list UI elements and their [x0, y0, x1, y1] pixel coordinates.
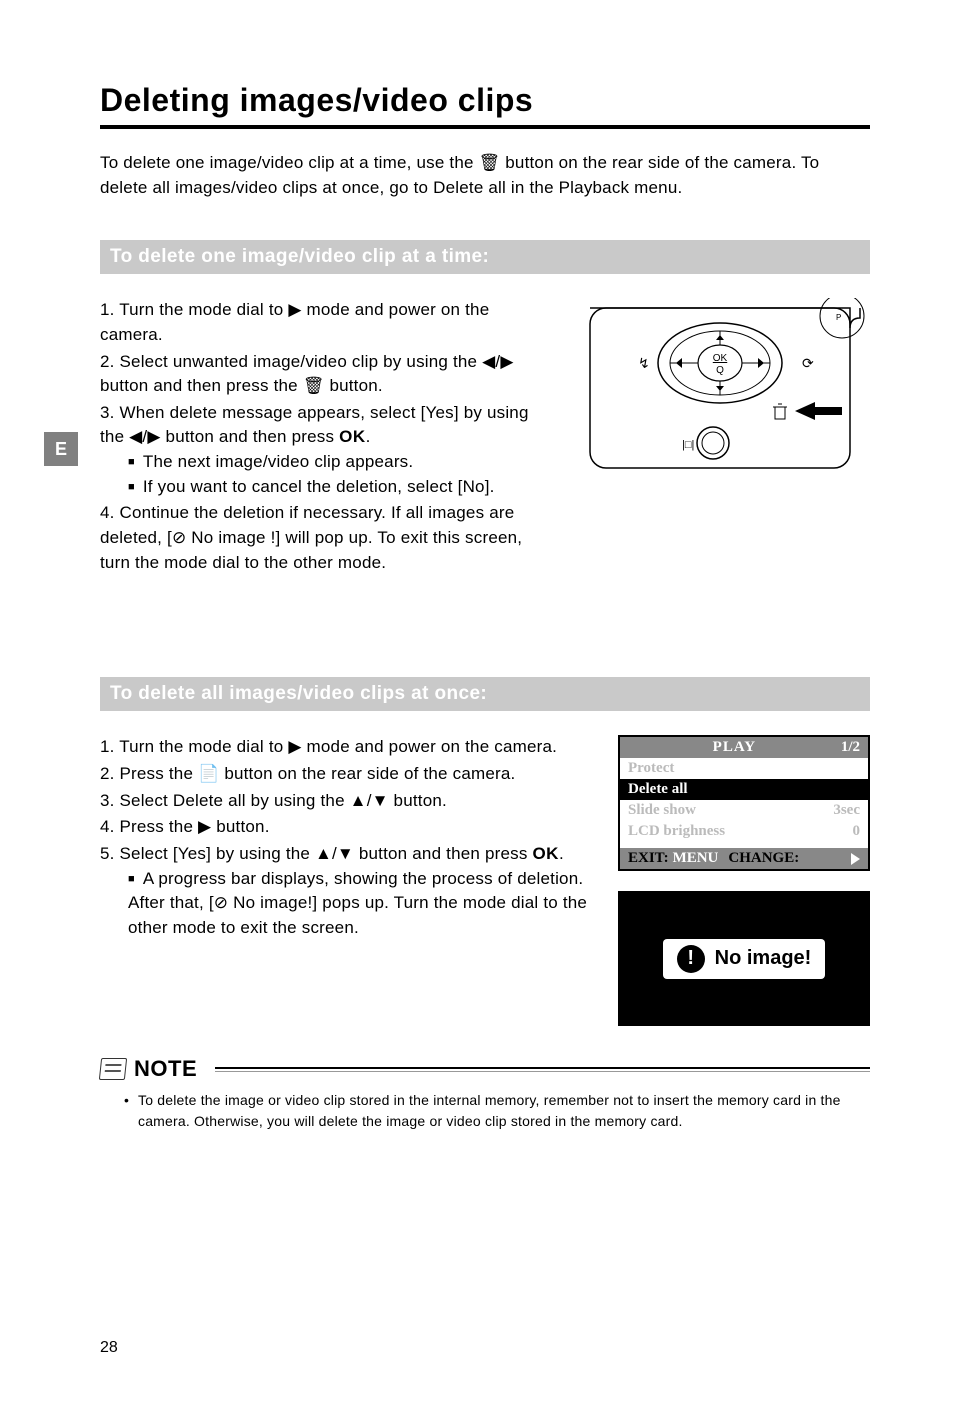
- menu-row-label: Protect: [628, 760, 860, 777]
- step2-5: 5. Select [Yes] by using the ▲/▼ button …: [100, 842, 600, 941]
- section2-steps: 1. Turn the mode dial to ▶ mode and powe…: [100, 735, 600, 940]
- footer-menu: MENU: [673, 850, 719, 867]
- exclamation-icon: !: [677, 945, 705, 973]
- dpad-q-label: Q: [716, 365, 724, 376]
- step2-5-text-b: .: [559, 844, 564, 863]
- page-content: Deleting images/video clips To delete on…: [100, 82, 870, 1132]
- note-heading: NOTE: [100, 1056, 870, 1082]
- step2-5-sub-1: A progress bar displays, showing the pro…: [128, 867, 600, 941]
- ok-label: OK: [339, 427, 366, 446]
- step2-3: 3. Select Delete all by using the ▲/▼ bu…: [100, 789, 600, 814]
- step2-5-text-a: 5. Select [Yes] by using the ▲/▼ button …: [100, 844, 532, 863]
- no-image-inner: ! No image!: [663, 939, 826, 979]
- step-3: 3. When delete message appears, select […: [100, 401, 552, 500]
- menu-row-label: Delete all: [628, 781, 860, 798]
- page-title: Deleting images/video clips: [100, 82, 870, 119]
- no-image-text: No image!: [715, 947, 812, 970]
- step-3-sublist: The next image/video clip appears. If yo…: [100, 450, 552, 499]
- menu-row-lcd: LCD brighness 0: [620, 821, 868, 842]
- step-3-sub-2: If you want to cancel the deletion, sele…: [128, 475, 552, 500]
- footer-exit: EXIT:: [628, 850, 669, 867]
- step-3-text-b: .: [366, 427, 371, 446]
- menu-row-value: 0: [853, 823, 861, 840]
- section2-steps-col: 1. Turn the mode dial to ▶ mode and powe…: [100, 735, 600, 1026]
- play-menu-page: 1/2: [841, 739, 860, 756]
- svg-text:⟳: ⟳: [802, 355, 814, 371]
- note-list: To delete the image or video clip stored…: [100, 1090, 870, 1132]
- play-menu-box: PLAY 1/2 Protect Delete all Slide show 3…: [618, 735, 870, 871]
- section2-graphics-col: PLAY 1/2 Protect Delete all Slide show 3…: [618, 735, 870, 1026]
- section1-steps: 1. Turn the mode dial to ▶ mode and powe…: [100, 298, 552, 575]
- menu-row-label: LCD brighness: [628, 823, 853, 840]
- menu-row-slideshow: Slide show 3sec: [620, 800, 868, 821]
- svg-text:|□|: |□|: [682, 439, 694, 451]
- section2-body: 1. Turn the mode dial to ▶ mode and powe…: [100, 735, 870, 1026]
- play-menu-title: PLAY: [628, 739, 841, 756]
- menu-row-label: Slide show: [628, 802, 833, 819]
- arrow-to-trash-icon: [795, 402, 842, 420]
- camera-diagram-col: P: [570, 298, 870, 577]
- step-3-text-a: 3. When delete message appears, select […: [100, 403, 529, 447]
- step2-1: 1. Turn the mode dial to ▶ mode and powe…: [100, 735, 600, 760]
- step2-2: 2. Press the 📄 button on the rear side o…: [100, 762, 600, 787]
- step2-5-sublist: A progress bar displays, showing the pro…: [100, 867, 600, 941]
- note-label: NOTE: [134, 1056, 197, 1082]
- page-number: 28: [100, 1339, 118, 1357]
- triangle-right-icon: [851, 853, 860, 865]
- step-2: 2. Select unwanted image/video clip by u…: [100, 350, 552, 399]
- note-block: NOTE To delete the image or video clip s…: [100, 1056, 870, 1132]
- menu-row-value: 3sec: [833, 802, 860, 819]
- note-page-icon: [99, 1058, 127, 1080]
- menu-row-protect: Protect: [620, 758, 868, 779]
- svg-text:↯: ↯: [638, 355, 650, 371]
- step-1: 1. Turn the mode dial to ▶ mode and powe…: [100, 298, 552, 347]
- intro-paragraph: To delete one image/video clip at a time…: [100, 151, 870, 200]
- step2-4: 4. Press the ▶ button.: [100, 815, 600, 840]
- section1-body: 1. Turn the mode dial to ▶ mode and powe…: [100, 298, 870, 577]
- section-heading-delete-one: To delete one image/video clip at a time…: [100, 240, 870, 274]
- section-heading-delete-all: To delete all images/video clips at once…: [100, 677, 870, 711]
- play-menu-footer: EXIT: MENU CHANGE:: [620, 848, 868, 869]
- note-item: To delete the image or video clip stored…: [124, 1090, 870, 1132]
- footer-change: CHANGE:: [728, 850, 799, 867]
- camera-back-diagram: P: [570, 298, 870, 478]
- ok-label-2: OK: [532, 844, 559, 863]
- step-4: 4. Continue the deletion if necessary. I…: [100, 501, 552, 575]
- no-image-box: ! No image!: [618, 891, 870, 1026]
- dpad-ok-label: OK: [713, 353, 728, 364]
- side-tab: E: [44, 432, 78, 466]
- note-rule: [215, 1067, 870, 1072]
- step-3-sub-1: The next image/video clip appears.: [128, 450, 552, 475]
- svg-text:P: P: [836, 313, 841, 322]
- title-rule: [100, 125, 870, 129]
- section1-steps-col: 1. Turn the mode dial to ▶ mode and powe…: [100, 298, 552, 577]
- play-menu-header: PLAY 1/2: [620, 737, 868, 758]
- menu-row-delete-all: Delete all: [620, 779, 868, 800]
